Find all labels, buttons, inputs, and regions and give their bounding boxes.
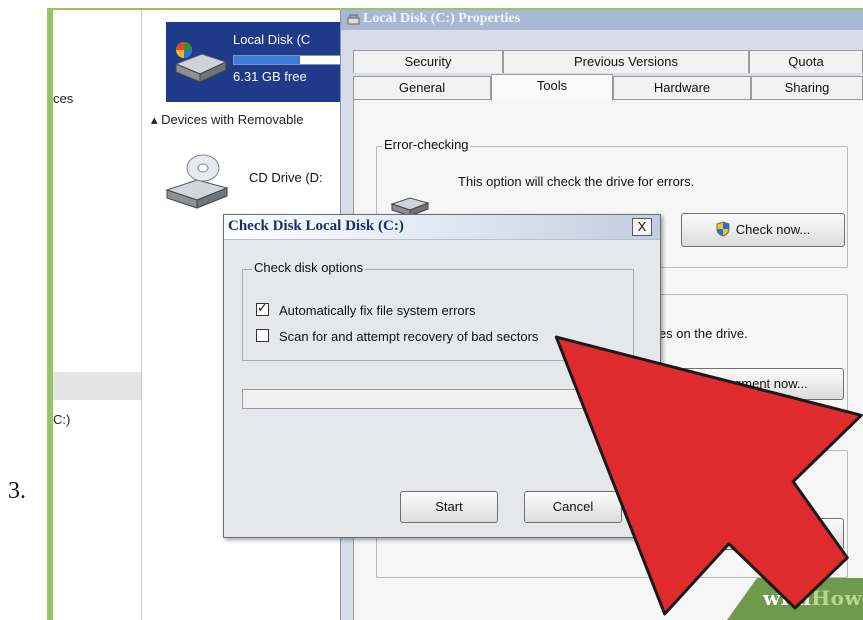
nav-item-partial[interactable]: ces xyxy=(53,91,73,106)
local-disk-label: Local Disk (C xyxy=(233,32,311,47)
properties-title-bar[interactable]: Local Disk (C:) Properties xyxy=(341,10,863,30)
tab-security[interactable]: Security xyxy=(353,50,503,73)
tab-previous-versions[interactable]: Previous Versions xyxy=(503,50,749,73)
scan-bad-sectors-option[interactable]: Scan for and attempt recovery of bad sec… xyxy=(256,329,538,344)
tab-sharing[interactable]: Sharing xyxy=(751,76,863,99)
fix-errors-label: Automatically fix file system errors xyxy=(279,303,476,318)
devices-group-label: Devices with Removable xyxy=(161,112,304,127)
step-number: 3. xyxy=(8,478,26,504)
error-checking-description: This option will check the drive for err… xyxy=(458,174,695,189)
tab-tools[interactable]: Tools xyxy=(491,74,613,101)
devices-group-header[interactable]: ▴ Devices with Removable xyxy=(151,112,303,128)
disk-usage-fill xyxy=(234,56,300,64)
error-checking-label: Error-checking xyxy=(382,137,471,152)
uac-shield-icon xyxy=(716,221,730,237)
cd-drive-icon xyxy=(165,154,229,209)
defrag-description: les on the drive. xyxy=(656,326,748,341)
start-button[interactable]: Start xyxy=(400,491,498,523)
check-disk-dialog: Check Disk Local Disk (C:) X Check disk … xyxy=(223,214,661,538)
local-disk-item[interactable]: Local Disk (C 6.31 GB free xyxy=(166,22,356,102)
collapse-triangle-icon[interactable]: ▴ xyxy=(151,112,161,127)
fix-errors-checkbox[interactable] xyxy=(256,300,269,316)
check-disk-title: Check Disk Local Disk (C:) xyxy=(228,218,404,234)
scan-bad-sectors-checkbox[interactable] xyxy=(256,329,269,342)
wikihow-watermark: wikiHow xyxy=(727,578,863,620)
check-disk-title-bar[interactable]: Check Disk Local Disk (C:) X xyxy=(224,215,660,240)
check-disk-options-label: Check disk options xyxy=(252,260,366,275)
hard-disk-icon xyxy=(174,42,228,83)
nav-item-drive-partial[interactable]: C:) xyxy=(53,412,70,427)
disk-usage-bar xyxy=(233,55,345,65)
backup-now-button[interactable]: ba xyxy=(670,518,844,550)
cd-drive-label[interactable]: CD Drive (D: xyxy=(249,170,323,185)
defragment-now-button[interactable]: Defragment now... xyxy=(666,368,844,400)
screenshot: ces C:) Local Disk (C 6.31 GB free ▴ Dev… xyxy=(53,10,863,620)
tab-hardware[interactable]: Hardware xyxy=(613,76,751,99)
check-disk-progress-bar xyxy=(242,389,634,409)
check-now-button[interactable]: Check now... xyxy=(681,213,845,247)
check-now-label: Check now... xyxy=(735,222,811,237)
fix-errors-option[interactable]: Automatically fix file system errors xyxy=(256,300,476,318)
tab-general[interactable]: General xyxy=(353,76,491,99)
tab-quota[interactable]: Quota xyxy=(749,50,863,73)
cancel-button[interactable]: Cancel xyxy=(524,491,622,523)
nav-selection-highlight xyxy=(53,372,141,400)
close-button[interactable]: X xyxy=(632,218,652,236)
watermark-wiki: wiki xyxy=(763,586,812,610)
explorer-navigation-pane: ces C:) xyxy=(53,10,142,620)
screenshot-frame: ces C:) Local Disk (C 6.31 GB free ▴ Dev… xyxy=(47,8,863,620)
properties-title: Local Disk (C:) Properties xyxy=(363,11,521,26)
scan-bad-sectors-label: Scan for and attempt recovery of bad sec… xyxy=(279,329,539,344)
watermark-how: How xyxy=(811,586,863,610)
properties-window-icon xyxy=(347,14,360,25)
local-disk-free-space: 6.31 GB free xyxy=(233,69,307,84)
